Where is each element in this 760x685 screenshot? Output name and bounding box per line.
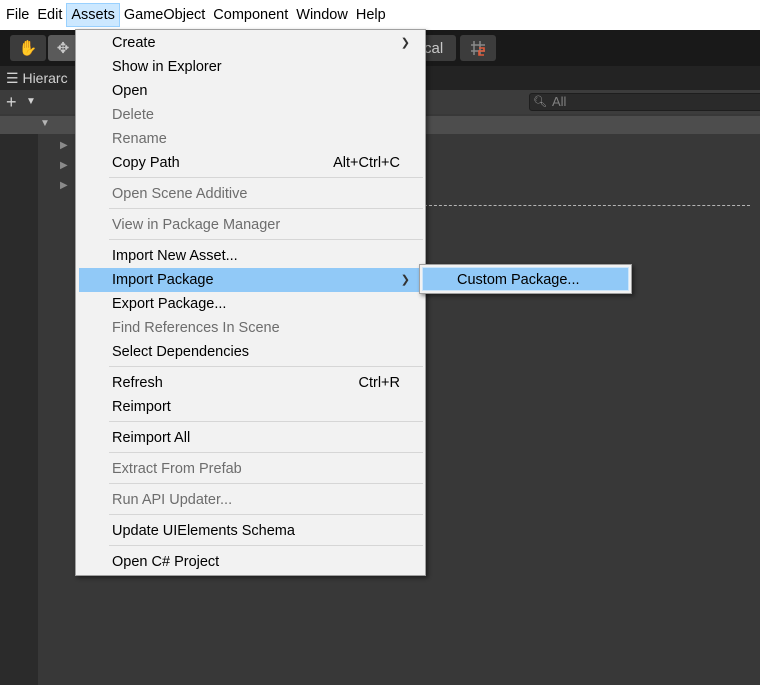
hierarchy-search-input[interactable]: All (529, 93, 760, 111)
expand-arrow-icon[interactable]: ▶ (60, 160, 68, 171)
search-icon: 🔍︎ (533, 96, 547, 108)
menu-item-label: Copy Path (112, 155, 180, 171)
menu-separator (109, 208, 423, 209)
menu-item-run-api-updater[interactable]: Run API Updater... (79, 488, 422, 512)
menu-item-label: Delete (112, 107, 154, 123)
menu-item-label: Reimport (112, 399, 171, 415)
menu-item-label: Open C# Project (112, 554, 220, 570)
menu-item-label: Find References In Scene (112, 320, 280, 336)
menu-item-label: Import New Asset... (112, 248, 238, 264)
menu-item-label: Update UIElements Schema (112, 523, 295, 539)
menu-item-rename[interactable]: Rename (79, 127, 422, 151)
grid-snap-button[interactable] (460, 35, 496, 61)
menu-window[interactable]: Window (292, 3, 352, 27)
scene-divider (424, 205, 750, 206)
assets-dropdown-menu: Create ❯ Show in Explorer Open Delete Ren… (75, 29, 426, 576)
grid-snap-icon (471, 41, 485, 56)
menu-item-label: Export Package... (112, 296, 227, 312)
menu-item-label: View in Package Manager (112, 217, 281, 233)
menu-item-create[interactable]: Create ❯ (79, 31, 422, 55)
menu-item-view-in-package-manager[interactable]: View in Package Manager (79, 213, 422, 237)
menu-item-label: Refresh (112, 375, 163, 391)
menu-item-label: Extract From Prefab (112, 461, 242, 477)
menu-edit[interactable]: Edit (33, 3, 66, 27)
menu-item-label: Select Dependencies (112, 344, 250, 360)
menu-separator (109, 483, 423, 484)
menu-item-label: Open Scene Additive (112, 186, 248, 202)
menu-bar: File Edit Assets GameObject Component Wi… (0, 0, 760, 30)
menu-item-label: Show in Explorer (112, 59, 222, 75)
menu-item-show-in-explorer[interactable]: Show in Explorer (79, 55, 422, 79)
menu-separator (109, 421, 423, 422)
hierarchy-gutter (0, 134, 38, 685)
menu-item-import-package[interactable]: Import Package ❯ (79, 268, 422, 292)
menu-separator (109, 452, 423, 453)
move-tool-button[interactable]: ✥ (48, 35, 78, 61)
menu-item-label: Run API Updater... (112, 492, 233, 508)
menu-file[interactable]: File (2, 3, 33, 27)
plus-icon[interactable]: + (6, 92, 17, 112)
menu-item-import-new-asset[interactable]: Import New Asset... (79, 244, 422, 268)
list-icon: ☰ (6, 70, 19, 86)
menu-item-find-references[interactable]: Find References In Scene (79, 316, 422, 340)
menu-item-label: Open (112, 83, 148, 99)
shortcut-label: Alt+Ctrl+C (333, 155, 400, 171)
hierarchy-tab[interactable]: ☰ Hierarc (0, 66, 80, 90)
chevron-down-icon[interactable]: ▼ (26, 96, 36, 107)
menu-separator (109, 177, 423, 178)
menu-item-export-package[interactable]: Export Package... (79, 292, 422, 316)
pivot-label: cal (424, 39, 444, 57)
menu-separator (109, 545, 423, 546)
menu-item-label: Rename (112, 131, 167, 147)
menu-item-open[interactable]: Open (79, 79, 422, 103)
menu-item-open-csharp-project[interactable]: Open C# Project (79, 550, 422, 574)
chevron-right-icon: ❯ (400, 274, 410, 286)
hand-tool-button[interactable]: ✋ (10, 35, 46, 61)
hierarchy-tab-label: Hierarc (22, 70, 68, 86)
expand-arrow-icon[interactable]: ▶ (60, 180, 68, 191)
menu-item-reimport[interactable]: Reimport (79, 395, 422, 419)
menu-item-reimport-all[interactable]: Reimport All (79, 426, 422, 450)
menu-help[interactable]: Help (352, 3, 390, 27)
menu-item-copy-path[interactable]: Copy Path Alt+Ctrl+C (79, 151, 422, 175)
menu-item-select-dependencies[interactable]: Select Dependencies (79, 340, 422, 364)
menu-separator (109, 239, 423, 240)
move-icon: ✥ (56, 40, 70, 57)
menu-item-custom-package[interactable]: Custom Package... (422, 267, 629, 291)
expand-arrow-icon[interactable]: ▶ (60, 140, 68, 151)
chevron-right-icon: ❯ (400, 37, 410, 49)
menu-separator (109, 366, 423, 367)
menu-item-open-scene-additive[interactable]: Open Scene Additive (79, 182, 422, 206)
menu-gameobject[interactable]: GameObject (120, 3, 209, 27)
menu-item-label: Reimport All (112, 430, 191, 446)
menu-item-update-uielements-schema[interactable]: Update UIElements Schema (79, 519, 422, 543)
menu-separator (109, 514, 423, 515)
menu-item-refresh[interactable]: Refresh Ctrl+R (79, 371, 422, 395)
menu-assets[interactable]: Assets (66, 3, 120, 27)
hand-icon: ✋ (18, 40, 38, 57)
menu-item-label: Create (112, 35, 156, 51)
menu-item-label: Import Package (112, 272, 214, 288)
menu-component[interactable]: Component (209, 3, 292, 27)
import-package-submenu: Custom Package... (419, 264, 632, 294)
menu-item-delete[interactable]: Delete (79, 103, 422, 127)
fold-arrow-icon[interactable]: ▼ (40, 118, 50, 129)
menu-item-extract-from-prefab[interactable]: Extract From Prefab (79, 457, 422, 481)
shortcut-label: Ctrl+R (358, 375, 401, 391)
